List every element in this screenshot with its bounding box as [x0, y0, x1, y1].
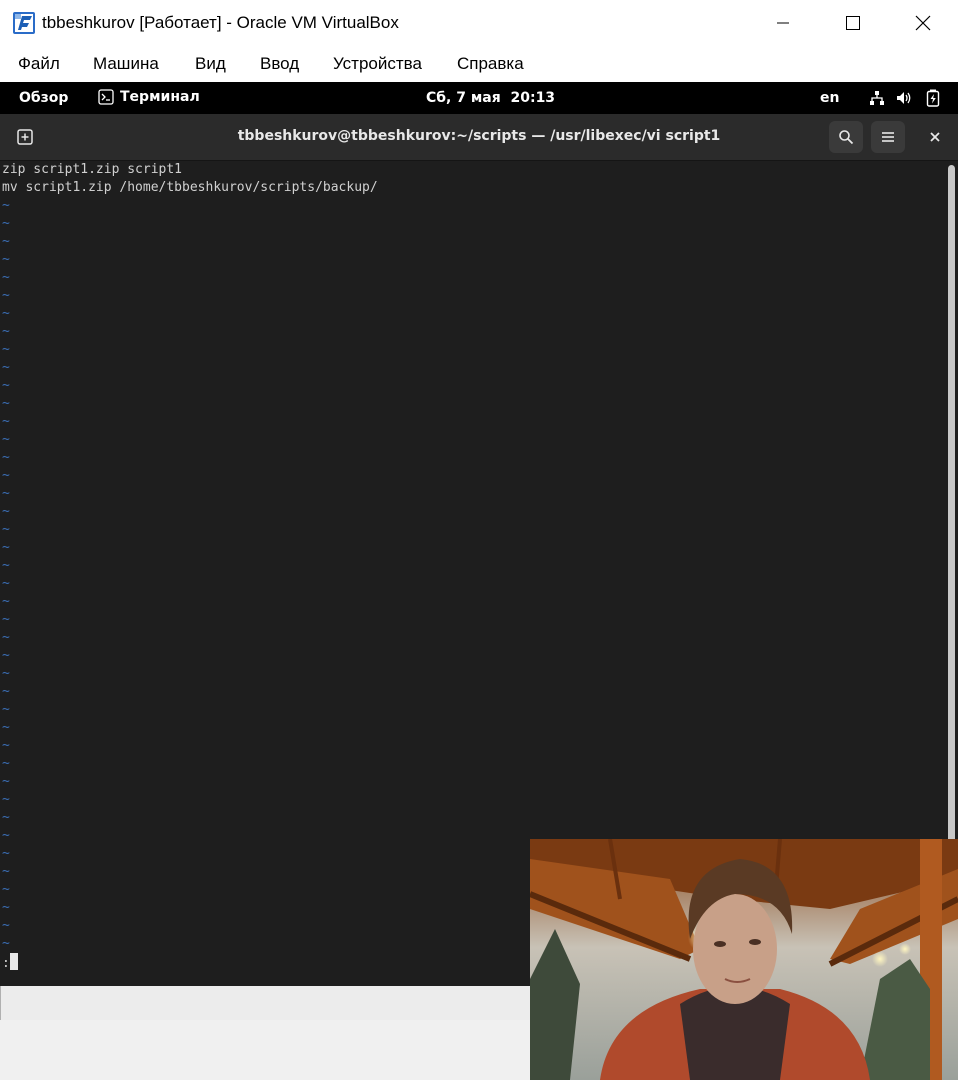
vi-empty-line-tilde: ~	[2, 720, 10, 735]
vi-empty-line-tilde: ~	[2, 936, 10, 951]
command-prompt: :	[2, 956, 10, 971]
minimize-icon	[777, 22, 789, 24]
network-icon[interactable]	[869, 90, 885, 106]
vi-empty-line-tilde: ~	[2, 684, 10, 699]
vi-empty-line-tilde: ~	[2, 396, 10, 411]
window-title: tbbeshkurov [Работает] - Oracle VM Virtu…	[42, 13, 399, 32]
terminal-app-icon	[98, 89, 114, 105]
close-icon	[930, 132, 940, 142]
gnome-top-bar: Обзор Терминал Сб, 7 мая 20:13 en	[0, 82, 958, 114]
vi-empty-line-tilde: ~	[2, 918, 10, 933]
vi-empty-line-tilde: ~	[2, 774, 10, 789]
terminal-close-button[interactable]	[919, 121, 951, 153]
vi-empty-line-tilde: ~	[2, 198, 10, 213]
vi-empty-line-tilde: ~	[2, 450, 10, 465]
text-cursor	[9, 953, 18, 970]
search-icon	[839, 130, 854, 145]
menu-input[interactable]: Ввод	[260, 54, 299, 74]
vi-empty-line-tilde: ~	[2, 216, 10, 231]
vi-empty-line-tilde: ~	[2, 324, 10, 339]
vi-empty-line-tilde: ~	[2, 756, 10, 771]
window-titlebar: tbbeshkurov [Работает] - Oracle VM Virtu…	[0, 0, 958, 46]
webcam-overlay	[530, 839, 958, 1080]
menu-file[interactable]: Файл	[18, 54, 60, 74]
hamburger-menu-icon	[882, 132, 894, 142]
vi-empty-line-tilde: ~	[2, 468, 10, 483]
vi-empty-line-tilde: ~	[2, 540, 10, 555]
activities-button[interactable]: Обзор	[19, 90, 68, 106]
vi-empty-line-tilde: ~	[2, 432, 10, 447]
terminal-headerbar: tbbeshkurov@tbbeshkurov:~/scripts — /usr…	[0, 114, 958, 161]
input-language[interactable]: en	[820, 90, 839, 106]
maximize-button[interactable]	[818, 0, 888, 46]
vi-empty-line-tilde: ~	[2, 522, 10, 537]
vi-empty-line-tilde: ~	[2, 414, 10, 429]
webcam-video-image	[530, 839, 958, 1080]
menu-machine[interactable]: Машина	[93, 54, 159, 74]
vi-empty-line-tilde: ~	[2, 702, 10, 717]
vi-command-line[interactable]: :	[2, 953, 18, 973]
vi-empty-line-tilde: ~	[2, 252, 10, 267]
vi-empty-line-tilde: ~	[2, 306, 10, 321]
vi-empty-line-tilde: ~	[2, 666, 10, 681]
vi-empty-line-tilde: ~	[2, 810, 10, 825]
vi-empty-line-tilde: ~	[2, 378, 10, 393]
menu-devices[interactable]: Устройства	[333, 54, 422, 74]
vi-empty-line-tilde: ~	[2, 270, 10, 285]
vi-empty-line-tilde: ~	[2, 846, 10, 861]
vi-empty-line-tilde: ~	[2, 738, 10, 753]
vi-empty-line-tilde: ~	[2, 648, 10, 663]
vi-empty-line-tilde: ~	[2, 900, 10, 915]
vbox-menubar: Файл Машина Вид Ввод Устройства Справка	[0, 46, 958, 82]
volume-icon[interactable]	[896, 90, 914, 106]
vi-empty-line-tilde: ~	[2, 864, 10, 879]
vi-empty-line-tilde: ~	[2, 234, 10, 249]
vi-buffer-line: mv script1.zip /home/tbbeshkurov/scripts…	[2, 180, 378, 195]
close-icon	[915, 15, 931, 31]
vi-empty-line-tilde: ~	[2, 288, 10, 303]
terminal-search-button[interactable]	[829, 121, 863, 153]
vi-empty-line-tilde: ~	[2, 792, 10, 807]
vi-empty-line-tilde: ~	[2, 882, 10, 897]
vi-empty-line-tilde: ~	[2, 558, 10, 573]
vi-empty-line-tilde: ~	[2, 360, 10, 375]
maximize-icon	[846, 16, 860, 30]
vi-empty-line-tilde: ~	[2, 594, 10, 609]
app-menu-label: Терминал	[120, 89, 200, 105]
vi-empty-line-tilde: ~	[2, 828, 10, 843]
vi-empty-line-tilde: ~	[2, 504, 10, 519]
menu-help[interactable]: Справка	[457, 54, 524, 74]
vi-buffer-line: zip script1.zip script1	[2, 162, 183, 177]
vi-empty-line-tilde: ~	[2, 612, 10, 627]
app-menu[interactable]: Терминал	[98, 89, 200, 105]
close-window-button[interactable]	[888, 0, 958, 46]
menu-view[interactable]: Вид	[195, 54, 226, 74]
virtualbox-icon	[13, 12, 35, 34]
clock[interactable]: Сб, 7 мая 20:13	[426, 90, 555, 106]
minimize-button[interactable]	[748, 0, 818, 46]
terminal-menu-button[interactable]	[871, 121, 905, 153]
terminal-title: tbbeshkurov@tbbeshkurov:~/scripts — /usr…	[237, 128, 721, 144]
vi-empty-line-tilde: ~	[2, 576, 10, 591]
vi-empty-line-tilde: ~	[2, 486, 10, 501]
vi-empty-line-tilde: ~	[2, 342, 10, 357]
battery-icon[interactable]	[926, 89, 940, 107]
vi-empty-line-tilde: ~	[2, 630, 10, 645]
